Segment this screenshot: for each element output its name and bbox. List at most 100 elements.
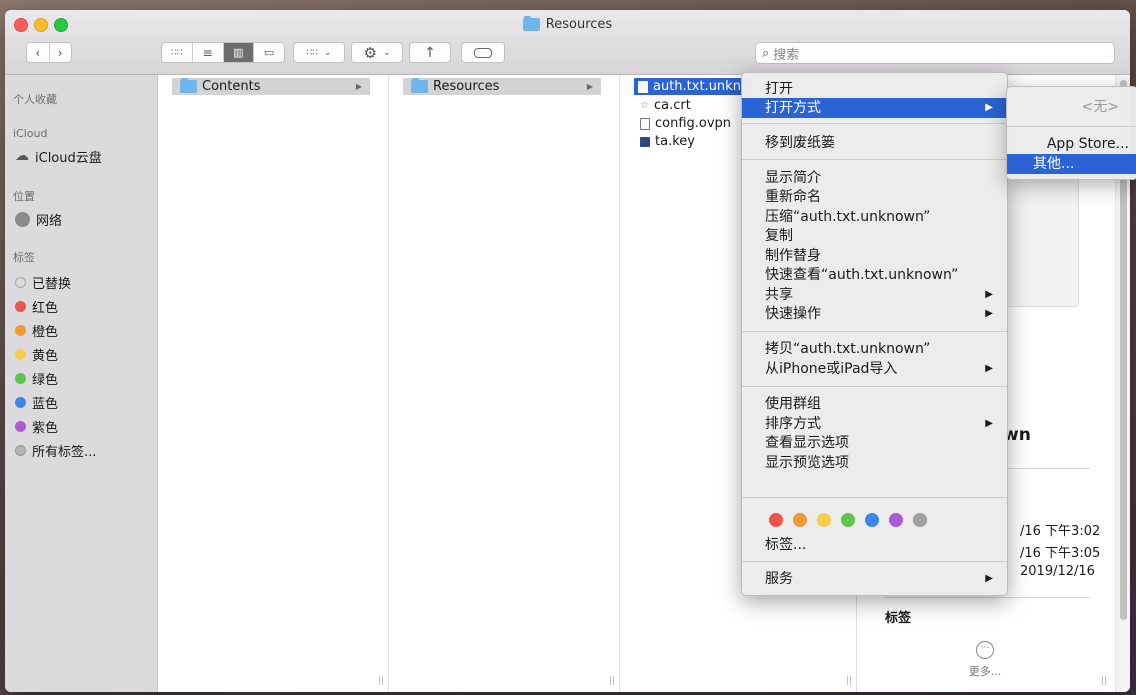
sidebar-tag-replaced[interactable]: 已替换 [15, 272, 71, 292]
nav-buttons: ‹ › [26, 42, 72, 63]
action-button[interactable]: ⚙ ⌄ [351, 42, 403, 63]
list-item-label: auth.txt.unkn [653, 79, 741, 94]
certificate-icon: ☆ [640, 100, 649, 111]
column-resize-handle[interactable]: || [609, 676, 615, 686]
cloud-icon: ☁ [15, 148, 29, 164]
group-grid-icon: ∷∷ [306, 47, 318, 58]
forward-button[interactable]: › [50, 43, 72, 62]
menu-item-duplicate[interactable]: 复制 [742, 226, 1007, 246]
submenu-item-other[interactable]: 其他... [1007, 154, 1136, 174]
edit-tags-button[interactable] [461, 42, 505, 63]
tag-dot-icon [15, 444, 26, 456]
menu-item-copy[interactable]: 拷贝“auth.txt.unknown” [742, 339, 1007, 359]
window-title-area: Resources [5, 15, 1130, 33]
search-icon: ⌕ [762, 45, 770, 61]
list-item-label: Contents [202, 79, 261, 94]
share-button[interactable]: ↑ [409, 42, 451, 63]
submenu-arrow-icon: ▶ [985, 418, 993, 429]
column-resize-handle[interactable]: || [1101, 676, 1107, 686]
list-view-button[interactable]: ≡ [193, 43, 224, 62]
gear-icon: ⚙ [363, 43, 377, 62]
share-icon: ↑ [424, 44, 436, 61]
document-icon [638, 80, 648, 93]
submenu-arrow-icon: ▶ [985, 363, 993, 374]
menu-item-share[interactable]: 共享 ▶ [742, 285, 1007, 305]
ellipsis-circle-icon: ⋯ [976, 641, 994, 659]
sidebar-header-icloud: iCloud [13, 127, 48, 140]
list-item-label: config.ovpn [655, 116, 732, 131]
sidebar-item-label: 橙色 [32, 324, 59, 340]
sidebar-tag-yellow[interactable]: 黄色 [15, 344, 58, 364]
sidebar-item-label: 绿色 [32, 372, 59, 388]
menu-item-sort-by[interactable]: 排序方式 ▶ [742, 414, 1007, 434]
menu-item-move-to-trash[interactable]: 移到废纸篓 [742, 133, 1007, 153]
more-button[interactable]: ⋯ 更多... [965, 641, 1005, 679]
menu-item-view-options[interactable]: 查看显示选项 [742, 433, 1007, 453]
menu-item-rename[interactable]: 重新命名 [742, 187, 1007, 207]
icon-view-button[interactable]: ∷∷ [162, 43, 193, 62]
tag-color-purple[interactable] [889, 513, 903, 527]
sidebar-tag-orange[interactable]: 橙色 [15, 320, 58, 340]
sidebar-item-network[interactable]: 网络 [15, 209, 62, 229]
column-view-button[interactable]: ▥ [223, 43, 255, 62]
submenu-arrow-icon: ▶ [985, 289, 993, 300]
tag-color-gray[interactable] [913, 513, 927, 527]
search-field[interactable]: ⌕ 搜索 [755, 42, 1115, 64]
submenu-arrow-icon: ▶ [985, 308, 993, 319]
sidebar-tag-red[interactable]: 红色 [15, 296, 58, 316]
menu-separator [742, 331, 1007, 332]
menu-item-tags[interactable]: 标签... [742, 535, 1007, 555]
sidebar-tag-green[interactable]: 绿色 [15, 368, 58, 388]
menu-item-services[interactable]: 服务 ▶ [742, 569, 1007, 589]
menu-item-get-info[interactable]: 显示简介 [742, 168, 1007, 188]
tag-color-red[interactable] [769, 513, 783, 527]
menu-item-import-iphone[interactable]: 从iPhone或iPad导入 ▶ [742, 359, 1007, 379]
chevron-down-icon: ⌄ [382, 47, 391, 58]
list-item-resources[interactable]: Resources ▶ [403, 78, 601, 95]
gallery-view-button[interactable]: ▭ [254, 43, 284, 62]
menu-item-quick-look[interactable]: 快速查看“auth.txt.unknown” [742, 265, 1007, 285]
menu-item-label: 快速操作 [765, 306, 821, 322]
disclosure-arrow-icon: ▶ [355, 82, 362, 91]
menu-item-compress[interactable]: 压缩“auth.txt.unknown” [742, 207, 1007, 227]
sidebar-item-icloud-drive[interactable]: ☁ iCloud云盘 [15, 146, 102, 166]
sidebar-tag-all[interactable]: 所有标签... [15, 440, 96, 460]
group-by-button[interactable]: ∷∷ ⌄ [293, 42, 345, 63]
sidebar-item-label: 紫色 [32, 420, 59, 436]
sidebar-header-favorites: 个人收藏 [13, 93, 57, 106]
sidebar-tag-purple[interactable]: 紫色 [15, 416, 58, 436]
submenu-arrow-icon: ▶ [985, 102, 993, 113]
menu-item-preview-options[interactable]: 显示预览选项 [742, 453, 1007, 473]
menu-item-make-alias[interactable]: 制作替身 [742, 246, 1007, 266]
menu-item-open[interactable]: 打开 [742, 79, 1007, 99]
tag-color-orange[interactable] [793, 513, 807, 527]
sidebar-tag-blue[interactable]: 蓝色 [15, 392, 58, 412]
list-icon: ≡ [202, 45, 213, 60]
tag-color-yellow[interactable] [817, 513, 831, 527]
menu-item-quick-actions[interactable]: 快速操作 ▶ [742, 304, 1007, 324]
more-label: 更多... [968, 665, 1002, 678]
tag-color-green[interactable] [841, 513, 855, 527]
list-item-ca-crt[interactable]: ☆ ca.crt [640, 97, 691, 114]
menu-item-label: 从iPhone或iPad导入 [765, 361, 898, 377]
list-item-contents[interactable]: Contents ▶ [172, 78, 370, 95]
key-file-icon [640, 136, 650, 147]
back-button[interactable]: ‹ [27, 43, 50, 62]
list-item-ta-key[interactable]: ta.key [640, 133, 695, 150]
list-item-config-ovpn[interactable]: config.ovpn [640, 115, 731, 132]
submenu-item-app-store[interactable]: App Store... [1007, 134, 1136, 154]
sidebar-item-label: 红色 [32, 300, 59, 316]
submenu-arrow-icon: ▶ [985, 573, 993, 584]
column-resize-handle[interactable]: || [846, 676, 852, 686]
toolbar: Resources ‹ › ∷∷ ≡ ▥ ▭ ∷∷ ⌄ ⚙ ⌄ ↑ ⌕ 搜索 [5, 10, 1130, 75]
column-resize-handle[interactable]: || [378, 676, 384, 686]
menu-item-label: 打开方式 [765, 100, 821, 116]
list-item-auth[interactable]: auth.txt.unkn [634, 78, 752, 95]
columns-icon: ▥ [233, 46, 244, 59]
menu-item-use-groups[interactable]: 使用群组 [742, 394, 1007, 414]
preview-modified: /16 下午3:05 [1020, 546, 1101, 561]
tag-color-blue[interactable] [865, 513, 879, 527]
network-globe-icon [15, 211, 30, 227]
document-icon [640, 117, 650, 130]
menu-item-open-with[interactable]: 打开方式 ▶ [742, 98, 1007, 118]
